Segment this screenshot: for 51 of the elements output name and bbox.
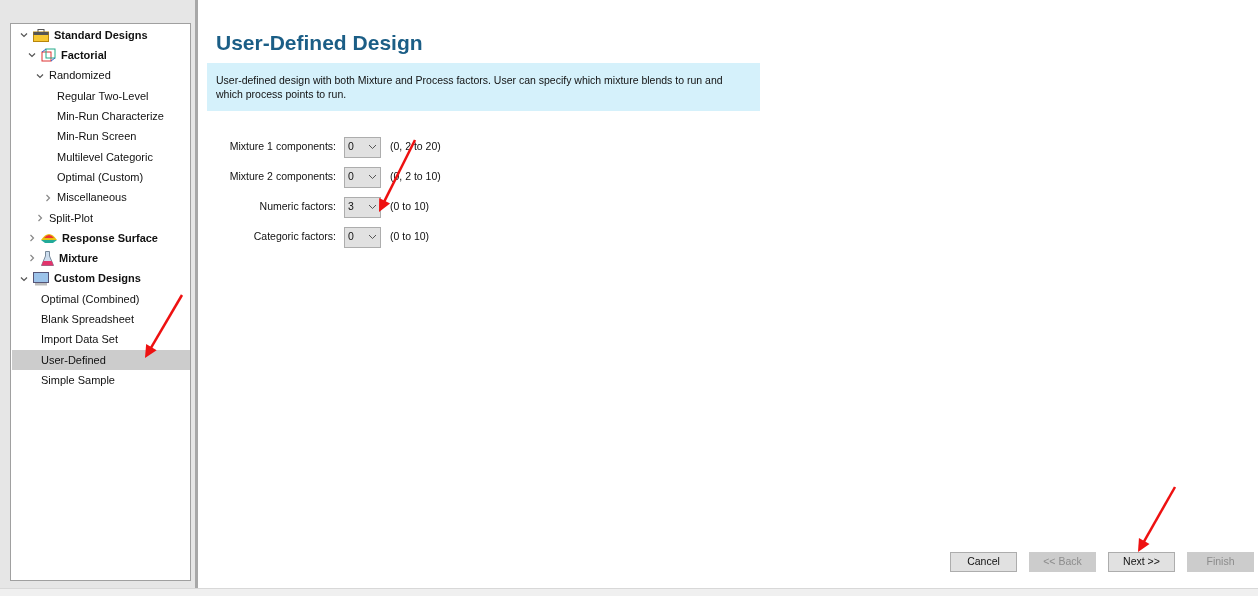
- tree-item[interactable]: Optimal (Custom): [12, 167, 190, 188]
- wizard-button[interactable]: Cancel: [950, 552, 1017, 572]
- chevron-down-icon: [368, 204, 377, 210]
- monitor-icon: [33, 271, 49, 286]
- number-dropdown[interactable]: 0: [344, 226, 381, 248]
- tree-item[interactable]: Custom Designs: [12, 268, 190, 289]
- cube-icon: [41, 47, 56, 63]
- chevron-icon[interactable]: [36, 213, 44, 222]
- field-label: Mixture 2 components:: [228, 169, 337, 185]
- range-hint: (0 to 10): [390, 199, 430, 215]
- field-label: Categoric factors:: [252, 229, 337, 245]
- tree-item[interactable]: Miscellaneous: [12, 187, 190, 208]
- tree-item[interactable]: Regular Two-Level: [12, 85, 190, 107]
- number-dropdown[interactable]: 0: [344, 136, 381, 158]
- tree-item[interactable]: Split-Plot: [12, 207, 190, 228]
- chevron-icon[interactable]: [20, 31, 28, 40]
- chevron-icon[interactable]: [20, 274, 28, 283]
- tree-item[interactable]: Factorial: [12, 45, 190, 66]
- chevron-down-icon: [368, 234, 377, 240]
- tree-item[interactable]: Blank Spreadsheet: [12, 309, 190, 330]
- tree-item[interactable]: Response Surface: [12, 227, 190, 249]
- page-title: User-Defined Design: [215, 30, 424, 56]
- tree-item[interactable]: Multilevel Categoric: [12, 146, 190, 168]
- chevron-down-icon: [368, 144, 377, 150]
- tree-item[interactable]: Min-Run Screen: [12, 126, 190, 147]
- field-label: Mixture 1 components:: [228, 139, 337, 155]
- description-panel: User-defined design with both Mixture and Process factors. User can specify which mixture blends to run and which process points to run.: [207, 63, 760, 111]
- annotation-arrow: [145, 294, 184, 358]
- tree-item[interactable]: User-Defined: [12, 349, 190, 371]
- tree-item[interactable]: Simple Sample: [12, 370, 190, 391]
- wizard-button[interactable]: Next >>: [1108, 552, 1175, 572]
- chevron-icon[interactable]: [28, 51, 36, 60]
- toolbox-icon: [33, 28, 49, 42]
- chevron-icon[interactable]: [36, 71, 44, 80]
- tree-item[interactable]: Standard Designs: [12, 25, 190, 46]
- flask-icon: [41, 250, 54, 266]
- tree-item[interactable]: Optimal (Combined): [12, 288, 190, 310]
- tree-item[interactable]: Import Data Set: [12, 329, 190, 350]
- chevron-down-icon: [368, 174, 377, 180]
- range-hint: (0 to 10): [390, 229, 430, 245]
- tree-item[interactable]: Randomized: [12, 65, 190, 86]
- tree-item[interactable]: Min-Run Characterize: [12, 106, 190, 127]
- chevron-icon[interactable]: [28, 234, 36, 243]
- chevron-icon[interactable]: [28, 254, 36, 263]
- number-dropdown[interactable]: 3: [344, 196, 381, 218]
- annotation-arrow: [1138, 486, 1177, 552]
- chevron-icon[interactable]: [44, 193, 52, 202]
- surface-icon: [41, 232, 57, 245]
- tree-item[interactable]: Mixture: [12, 248, 190, 269]
- number-dropdown[interactable]: 0: [344, 166, 381, 188]
- field-label: Numeric factors:: [258, 199, 337, 215]
